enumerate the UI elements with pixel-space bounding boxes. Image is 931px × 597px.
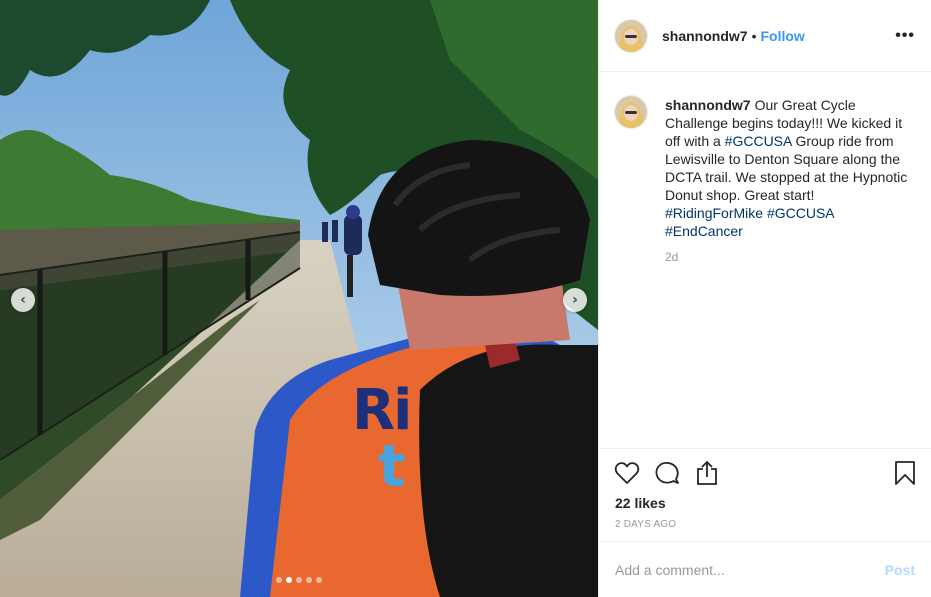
caption-avatar[interactable] [615,96,647,128]
hashtag-link[interactable]: #GCCUSA [725,133,792,149]
post-photo[interactable]: Ri t ‹ › [0,0,598,597]
follow-button[interactable]: Follow [760,28,804,44]
heart-icon [614,461,640,484]
instagram-post: Ri t ‹ › shannondw7 • Follow ••• shannon… [0,0,931,597]
header-username[interactable]: shannondw7 [662,28,748,44]
carousel-dot [276,577,282,583]
previous-photo-button[interactable]: ‹ [11,288,35,312]
comments-area: shannondw7 Our Great Cycle Challenge begi… [599,72,931,448]
share-button[interactable] [693,459,721,487]
header-separator: • [751,27,757,44]
post-comment-button[interactable]: Post [885,562,915,578]
comment-input[interactable] [615,561,885,578]
avatar[interactable] [615,19,647,52]
chevron-right-icon: › [572,292,578,308]
action-bar [599,448,931,496]
avatar-image [615,19,647,52]
more-options-icon[interactable]: ••• [895,27,915,45]
next-photo-button[interactable]: › [563,288,587,312]
chevron-left-icon: ‹ [20,292,26,308]
post-date[interactable]: 2 DAYS AGO [599,519,931,530]
caption: shannondw7 Our Great Cycle Challenge begi… [615,96,915,240]
carousel-dot [306,577,312,583]
jersey-text-secondary: t [378,432,406,500]
caption-timestamp[interactable]: 2d [665,250,915,264]
share-icon [697,460,717,485]
avatar-image [615,96,647,128]
post-header: shannondw7 • Follow ••• [599,0,931,72]
carousel-dot [296,577,302,583]
likes-count[interactable]: 22 likes [599,494,931,512]
bookmark-icon [895,460,915,485]
add-comment-bar: Post [599,541,931,597]
comment-icon [655,461,679,484]
hashtag-link[interactable]: #EndCancer [665,223,743,239]
comment-button[interactable] [653,459,681,487]
post-sidebar: shannondw7 • Follow ••• shannondw7 Our Gr… [598,0,931,597]
caption-username[interactable]: shannondw7 [665,97,751,113]
carousel-dot [316,577,322,583]
like-button[interactable] [613,459,641,487]
carousel-indicator [276,577,322,583]
save-button[interactable] [891,459,919,487]
carousel-dot-active [286,577,292,583]
caption-text: shannondw7 Our Great Cycle Challenge begi… [665,96,910,240]
photo-scene [0,0,598,597]
hashtag-link[interactable]: #RidingForMike [665,205,763,221]
hashtag-link[interactable]: #GCCUSA [767,205,834,221]
